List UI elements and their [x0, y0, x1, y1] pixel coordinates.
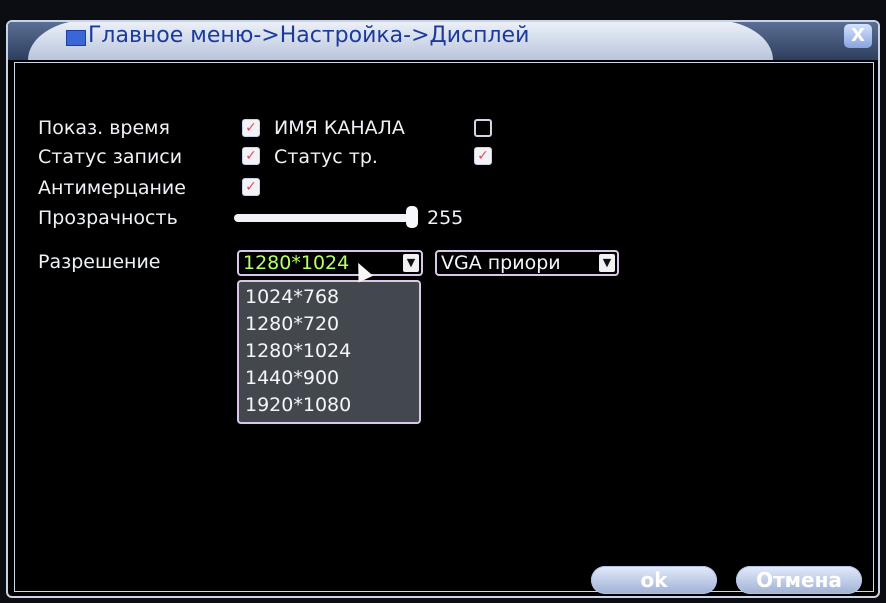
channel-name-label: ИМЯ КАНАЛА [274, 117, 405, 139]
record-status-label: Статус записи [38, 146, 183, 168]
resolution-dropdown-list: 1024*768 1280*720 1280*1024 1440*900 192… [237, 280, 421, 424]
cancel-button[interactable]: Отмена [736, 566, 862, 594]
window-icon [66, 30, 86, 46]
output-priority-select[interactable]: VGA приори ▼ [435, 250, 619, 276]
resolution-select[interactable]: 1280*1024 ▼ [237, 250, 423, 276]
deflicker-checkbox[interactable]: ✓ [242, 178, 260, 196]
resolution-label: Разрешение [38, 251, 161, 273]
transparency-slider-thumb[interactable] [406, 206, 418, 228]
transparency-slider-track[interactable] [234, 214, 416, 222]
close-button[interactable]: X [844, 24, 872, 48]
display-settings-window: Главное меню->Настройка->Дисплей X [6, 20, 880, 598]
window-title: Главное меню->Настройка->Дисплей [88, 23, 530, 48]
show-time-label: Показ. время [38, 117, 170, 139]
record-status-checkbox[interactable]: ✓ [242, 147, 260, 165]
chevron-down-icon[interactable]: ▼ [403, 254, 419, 272]
ok-button[interactable]: ok [591, 566, 717, 594]
resolution-selected-value: 1280*1024 [243, 252, 350, 274]
settings-panel [14, 62, 874, 592]
transparency-value: 255 [427, 207, 464, 229]
list-item[interactable]: 1280*1024 [245, 338, 351, 364]
alarm-status-checkbox[interactable]: ✓ [474, 147, 492, 165]
show-time-checkbox[interactable]: ✓ [242, 119, 260, 137]
list-item[interactable]: 1280*720 [245, 311, 339, 337]
output-priority-value: VGA приори [441, 252, 561, 274]
alarm-status-label: Статус тр. [274, 146, 378, 168]
deflicker-label: Антимерцание [38, 177, 186, 199]
list-item[interactable]: 1440*900 [245, 365, 339, 391]
transparency-label: Прозрачность [38, 207, 178, 229]
channel-name-checkbox[interactable] [474, 119, 492, 137]
list-item[interactable]: 1920*1080 [245, 392, 351, 418]
chevron-down-icon[interactable]: ▼ [599, 254, 615, 272]
title-bar: Главное меню->Настройка->Дисплей X [8, 22, 878, 60]
list-item[interactable]: 1024*768 [245, 284, 339, 310]
